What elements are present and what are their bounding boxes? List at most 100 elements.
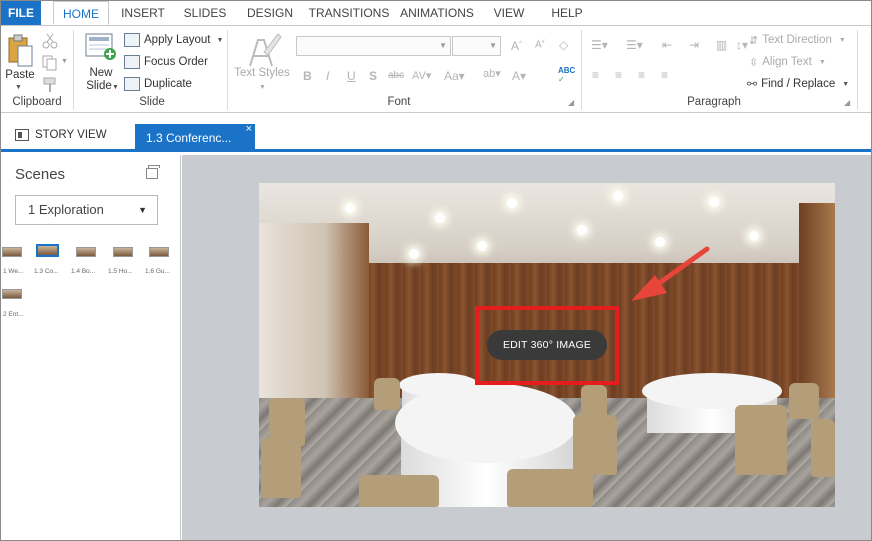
columns-icon[interactable]: ▥: [716, 38, 727, 52]
scene-thumbnail[interactable]: [76, 247, 96, 257]
cut-icon[interactable]: [42, 33, 58, 49]
story-view-label: STORY VIEW: [35, 129, 107, 141]
align-left-icon[interactable]: ≡: [592, 68, 599, 82]
paragraph-group-label: Paragraph: [687, 96, 741, 108]
chevron-down-icon: ▼: [439, 41, 447, 50]
separator: [857, 30, 858, 110]
chevron-down-icon: ▼: [138, 205, 147, 215]
chevron-down-icon: ▼: [842, 80, 850, 88]
align-text-icon: ⇳: [749, 56, 759, 69]
paste-label: Paste: [5, 69, 35, 81]
apply-layout-button[interactable]: Apply Layout ▼: [124, 31, 223, 49]
spell-check-icon[interactable]: ABC ✓: [558, 66, 575, 84]
align-center-icon[interactable]: ≡: [615, 68, 622, 82]
new-slide-button[interactable]: New Slide ▼: [81, 30, 121, 94]
align-text-label: Align Text: [762, 56, 812, 68]
separator: [581, 30, 582, 110]
scene-thumbnail[interactable]: [149, 247, 169, 257]
align-text-button[interactable]: ⇳ Align Text ▼: [749, 53, 826, 71]
text-direction-label: Text Direction: [762, 34, 832, 46]
decrease-indent-icon[interactable]: ⇤: [662, 38, 672, 52]
ribbon-tab-bar: FILE HOME INSERT SLIDES DESIGN TRANSITIO…: [1, 1, 871, 25]
bullets-icon[interactable]: ☰▾: [591, 38, 608, 52]
active-document-tab[interactable]: 1.3 Conferenc... ×: [135, 123, 255, 152]
font-family-combo[interactable]: ▼: [296, 36, 451, 56]
document-tab-bar: STORY VIEW 1.3 Conferenc... ×: [1, 114, 871, 152]
clipboard-group-label: Clipboard: [12, 96, 62, 108]
italic-icon[interactable]: I: [326, 69, 329, 83]
text-styles-icon: [249, 33, 282, 67]
copy-icon[interactable]: [42, 55, 58, 71]
strikethrough-icon[interactable]: abc: [388, 70, 404, 81]
new-slide-icon: [85, 33, 116, 60]
shrink-font-icon[interactable]: Av: [535, 39, 545, 50]
underline-icon[interactable]: U: [347, 69, 356, 83]
active-document-label: 1.3 Conferenc...: [146, 131, 232, 145]
text-styles-button[interactable]: Text Styles ▼: [233, 30, 291, 94]
apply-layout-label: Apply Layout: [144, 34, 211, 46]
scene-thumbnail[interactable]: [2, 289, 22, 299]
chevron-down-icon: ▼: [838, 36, 846, 44]
story-view-icon: [15, 129, 29, 141]
justify-icon[interactable]: ≡: [661, 68, 668, 82]
story-view-tab[interactable]: STORY VIEW: [15, 124, 107, 146]
text-direction-button[interactable]: ⇵ Text Direction ▼: [749, 31, 846, 49]
tab-animations[interactable]: ANIMATIONS: [397, 1, 477, 25]
font-group-label: Font: [387, 96, 411, 108]
format-painter-icon[interactable]: [42, 77, 58, 93]
restore-panel-icon[interactable]: [146, 165, 160, 179]
text-direction-icon: ⇵: [749, 34, 759, 47]
align-right-icon[interactable]: ≡: [638, 68, 645, 82]
slide-group-label: Slide: [139, 96, 165, 108]
panorama-image[interactable]: EDIT 360° IMAGE: [259, 183, 835, 507]
line-spacing-icon[interactable]: ↕▾: [736, 38, 748, 52]
change-case-icon[interactable]: Aa▾: [444, 69, 465, 83]
increase-indent-icon[interactable]: ⇥: [689, 38, 699, 52]
chevron-down-icon: ▼: [489, 41, 497, 50]
close-icon[interactable]: ×: [246, 115, 252, 143]
scene-thumbnail-label: 1 We...: [3, 268, 24, 275]
grow-font-icon[interactable]: A^: [511, 39, 522, 53]
paste-dropdown[interactable]: ▼: [15, 84, 22, 91]
tab-home[interactable]: HOME: [53, 1, 109, 25]
tab-file[interactable]: FILE: [1, 1, 41, 25]
scene-thumbnail[interactable]: [113, 247, 133, 257]
tab-transitions[interactable]: TRANSITIONS: [306, 1, 392, 25]
paragraph-dialog-launcher-icon[interactable]: ◢: [844, 98, 850, 107]
scene-thumbnail-label: 1.5 Ho...: [108, 268, 133, 275]
character-spacing-icon[interactable]: AV▾: [412, 69, 431, 82]
find-replace-button[interactable]: ⚯ Find / Replace ▼: [747, 75, 849, 93]
font-size-combo[interactable]: ▼: [452, 36, 501, 56]
focus-order-button[interactable]: Focus Order: [124, 53, 208, 71]
text-styles-label: Text Styles: [234, 67, 290, 79]
paste-button[interactable]: Paste: [5, 32, 35, 90]
scene-thumbnail[interactable]: [2, 247, 22, 257]
apply-layout-dropdown-icon: ▼: [216, 36, 224, 44]
scene-select[interactable]: 1 Exploration ▼: [15, 195, 158, 225]
chevron-down-icon: ▼: [818, 58, 826, 66]
highlight-color-icon[interactable]: ab▾: [483, 67, 501, 80]
new-slide-dropdown-icon: ▼: [112, 84, 119, 91]
duplicate-icon: [124, 77, 140, 91]
layout-icon: [124, 33, 140, 47]
font-color-icon[interactable]: A▾: [512, 69, 526, 83]
copy-dropdown[interactable]: ▼: [61, 58, 68, 65]
shadow-icon[interactable]: S: [369, 69, 377, 83]
separator: [227, 30, 228, 110]
bold-icon[interactable]: B: [303, 69, 312, 83]
scene-thumbnail-label: 1.3 Co...: [34, 268, 59, 275]
clear-format-icon[interactable]: ◇: [559, 38, 568, 52]
scene-thumbnail-selected[interactable]: [36, 244, 59, 257]
scenes-title: Scenes: [15, 166, 66, 183]
numbering-icon[interactable]: ☰▾: [626, 38, 643, 52]
duplicate-button[interactable]: Duplicate: [124, 75, 192, 93]
binoculars-icon: ⚯: [747, 77, 758, 91]
tab-insert[interactable]: INSERT: [117, 1, 169, 25]
font-dialog-launcher-icon[interactable]: ◢: [568, 98, 574, 107]
tab-help[interactable]: HELP: [547, 1, 587, 25]
separator: [73, 30, 74, 110]
tab-slides[interactable]: SLIDES: [179, 1, 231, 25]
tab-design[interactable]: DESIGN: [242, 1, 298, 25]
tab-view[interactable]: VIEW: [489, 1, 529, 25]
duplicate-label: Duplicate: [144, 78, 192, 90]
